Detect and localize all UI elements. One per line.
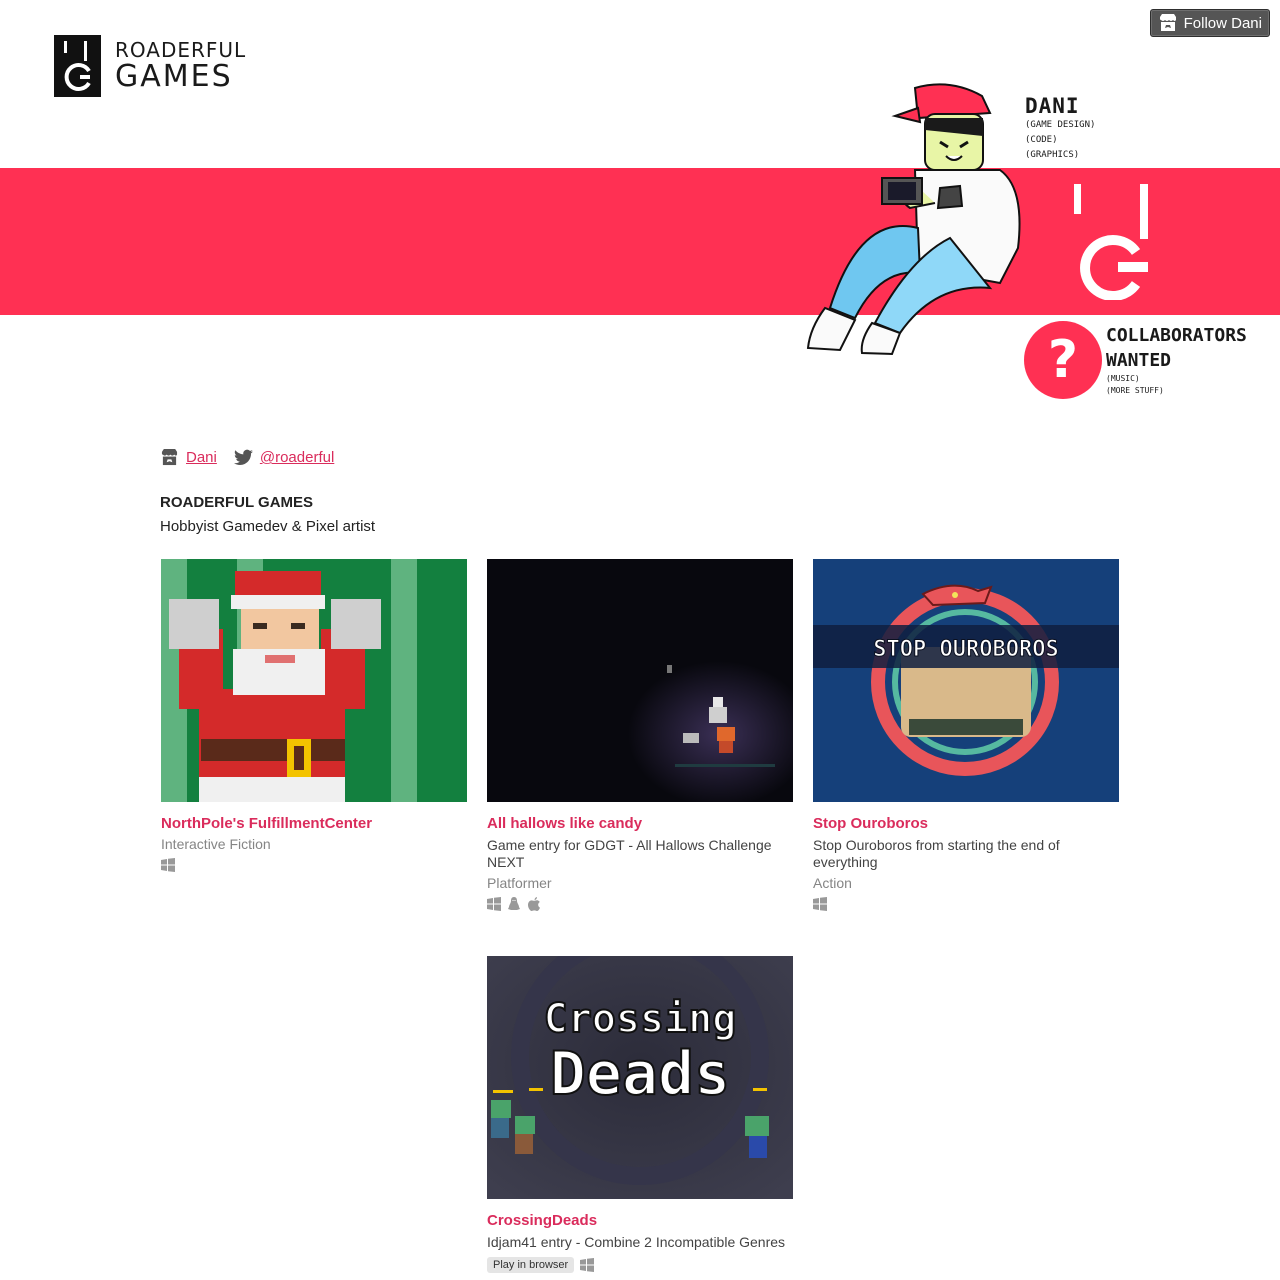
question-badge: ? (1024, 321, 1102, 399)
game-description: Stop Ouroboros from starting the end of … (813, 837, 1060, 870)
game-title-link[interactable]: CrossingDeads (487, 1212, 793, 1229)
collab-line: WANTED (1106, 350, 1172, 371)
game-thumbnail[interactable] (161, 559, 467, 802)
logo-mark-icon (54, 35, 101, 97)
banner-credits: DANI (GAME DESIGN) (CODE) (GRAPHICS) (1025, 94, 1095, 163)
windows-icon (487, 897, 501, 911)
game-description: Game entry for GDGT - All Hallows Challe… (487, 837, 772, 870)
collaborators-wanted: COLLABORATORS WANTED (MUSIC) (MORE STUFF… (1106, 323, 1247, 397)
character-illustration (806, 83, 1021, 356)
game-card: All hallows like candy Game entry for GD… (487, 559, 793, 911)
platform-list (813, 897, 1119, 911)
game-card: STOP OUROBOROS Stop Ouroboros Stop Ourob… (813, 559, 1119, 911)
windows-icon (580, 1258, 595, 1272)
crossingdeads-thumbnail-title-2: Deads (550, 1039, 731, 1109)
twitter-link[interactable]: @roaderful (260, 449, 334, 466)
profile-title: ROADERFUL GAMES (160, 494, 314, 511)
collab-role: (MUSIC) (1106, 374, 1140, 383)
game-title-link[interactable]: All hallows like candy (487, 815, 793, 832)
platform-list: Play in browser (487, 1257, 793, 1273)
windows-icon (813, 897, 827, 911)
follow-button[interactable]: Follow Dani (1149, 9, 1270, 37)
banner-name: DANI (1025, 94, 1080, 118)
game-thumbnail[interactable]: Crossing Deads (487, 956, 793, 1199)
banner-role: (GRAPHICS) (1025, 150, 1080, 160)
apple-icon (528, 897, 540, 911)
logo-text-bottom: GAMES (115, 59, 233, 94)
game-thumbnail[interactable]: STOP OUROBOROS (813, 559, 1119, 802)
banner-logo-mark-icon (1074, 184, 1148, 300)
game-genre: Platformer (487, 875, 552, 891)
collab-line: COLLABORATORS (1106, 325, 1247, 346)
collab-role: (MORE STUFF) (1106, 386, 1164, 395)
game-title-link[interactable]: NorthPole's FulfillmentCenter (161, 815, 467, 832)
game-genre: Action (813, 875, 852, 891)
game-description: Idjam41 entry - Combine 2 Incompatible G… (487, 1234, 786, 1250)
platform-list (161, 858, 467, 872)
logo-text-top: ROADERFUL (115, 38, 247, 62)
banner-role: (GAME DESIGN) (1025, 120, 1096, 130)
game-genre: Interactive Fiction (161, 836, 271, 852)
banner-role: (CODE) (1025, 135, 1058, 145)
play-in-browser-badge: Play in browser (487, 1257, 575, 1273)
game-thumbnail[interactable] (487, 559, 793, 802)
header-banner: ROADERFUL GAMES DANI (GAME DESIGN) (CODE… (0, 0, 1280, 420)
itchio-icon (161, 449, 178, 466)
twitter-icon (233, 449, 253, 465)
ouroboros-thumbnail-title: STOP OUROBOROS (873, 637, 1058, 662)
studio-logo[interactable]: ROADERFUL GAMES (54, 35, 246, 97)
game-card: Crossing Deads CrossingDeads Idjam41 ent… (487, 956, 793, 1273)
follow-button-label: Follow Dani (1183, 14, 1262, 32)
windows-icon (161, 858, 175, 872)
itchio-icon (1159, 14, 1176, 31)
profile-subtitle: Hobbyist Gamedev & Pixel artist (160, 518, 376, 535)
santa-thumbnail-image (161, 559, 467, 802)
profile-links: Dani @roaderful (160, 449, 351, 466)
platform-list (487, 897, 793, 911)
user-profile-link[interactable]: Dani (186, 449, 217, 466)
halloween-thumbnail-image (487, 559, 793, 802)
crossingdeads-thumbnail-title-1: Crossing (544, 996, 737, 1042)
ouroboros-thumbnail-image: STOP OUROBOROS (813, 559, 1119, 802)
game-card: NorthPole's FulfillmentCenter Interactiv… (161, 559, 467, 872)
crossingdeads-thumbnail-image: Crossing Deads (487, 956, 793, 1199)
game-title-link[interactable]: Stop Ouroboros (813, 815, 1119, 832)
linux-icon (508, 897, 520, 910)
